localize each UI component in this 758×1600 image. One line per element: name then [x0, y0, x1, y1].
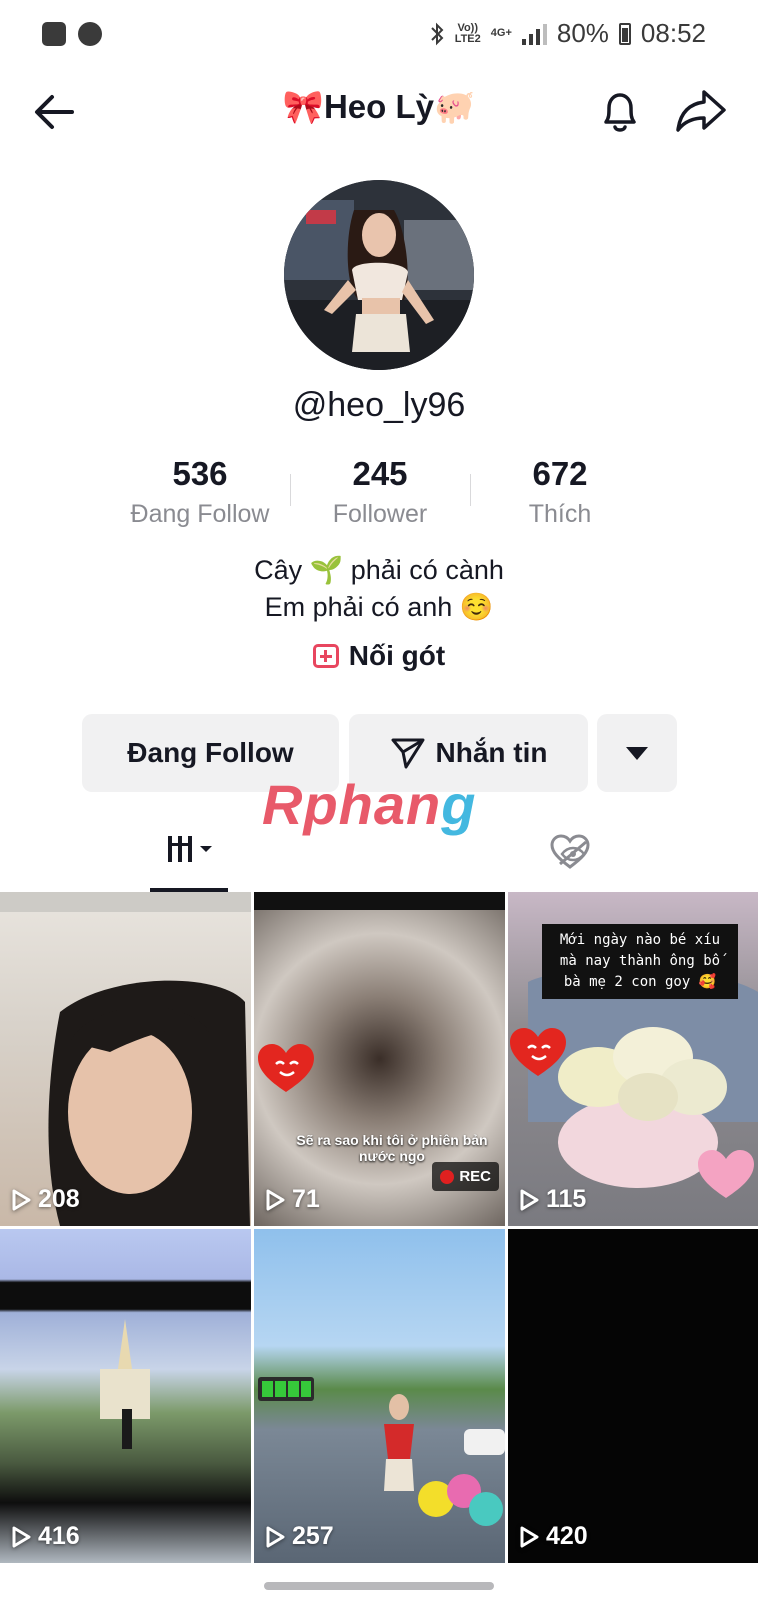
video-thumbnail[interactable]: 416: [0, 1229, 251, 1563]
bio-line-2: Em phải có anh ☺️: [264, 592, 494, 622]
play-icon: [520, 1526, 539, 1547]
profile-stats: 536 Đang Follow 245 Follower 672 Thích: [110, 452, 650, 536]
view-count-value: 420: [546, 1522, 588, 1550]
clock: 08:52: [640, 18, 706, 48]
temple-thumbnail-image: [100, 1319, 150, 1449]
view-count: 416: [10, 1522, 80, 1551]
view-count: 257: [264, 1522, 334, 1551]
following-label: Đang Follow: [130, 500, 270, 528]
video-thumbnail[interactable]: 208: [0, 892, 251, 1226]
video-thumbnail[interactable]: 420: [508, 1229, 758, 1563]
home-gesture-bar[interactable]: [264, 1582, 494, 1590]
rec-badge: REC: [432, 1162, 499, 1191]
data-type-label: 4G+: [490, 27, 512, 39]
page-title: 🎀Heo Lỳ🐖: [282, 88, 476, 125]
bell-icon: [604, 93, 636, 132]
bio-line-1: Cây 🌱 phải có cành: [254, 555, 504, 585]
view-count-value: 208: [38, 1185, 80, 1213]
play-icon: [266, 1189, 285, 1210]
messenger-notification-icon: [78, 22, 102, 46]
profile-header: 🎀Heo Lỳ🐖: [0, 80, 758, 144]
following-count: 536: [172, 455, 228, 492]
video-grid-icon: [168, 836, 212, 862]
add-to-profile-icon: [312, 644, 339, 668]
bluetooth-icon: [430, 22, 444, 45]
following-stat[interactable]: 536 Đang Follow: [110, 452, 290, 536]
view-count: 208: [10, 1185, 80, 1214]
play-icon: [12, 1189, 31, 1210]
view-count: 420: [518, 1522, 588, 1551]
caret-down-icon: [626, 746, 648, 760]
avatar[interactable]: [284, 180, 474, 370]
play-icon: [266, 1526, 285, 1547]
send-icon: [391, 738, 424, 769]
video-thumbnail[interactable]: Sẽ ra sao khi tôi ở phiên bản nước ngo R…: [254, 892, 505, 1226]
play-icon: [12, 1526, 31, 1547]
username-handle: @heo_ly96: [292, 386, 466, 424]
video-caption-overlay: Mới ngày nào bé xíu mà nay thành ông bố …: [542, 924, 738, 999]
view-count: 71: [264, 1185, 320, 1214]
volte-indicator: Vo)) LTE2: [454, 21, 481, 45]
status-bar: Vo)) LTE2 4G+ 80% 08:52: [0, 0, 758, 70]
volte-bottom-label: LTE2: [454, 32, 481, 45]
notification-icons: [42, 22, 102, 46]
suggested-accounts-button[interactable]: [597, 714, 677, 792]
profile-link-label: Nối gót: [348, 640, 446, 671]
notification-bell-button[interactable]: [596, 86, 644, 136]
signal-icon: [521, 23, 547, 45]
view-count-value: 71: [292, 1185, 320, 1213]
video-thumbnail[interactable]: Mới ngày nào bé xíu mà nay thành ông bố …: [508, 892, 758, 1226]
share-button[interactable]: [674, 86, 728, 136]
likes-stat[interactable]: 672 Thích: [470, 452, 650, 536]
tab-videos[interactable]: [150, 820, 228, 892]
selfie-thumbnail-image: [0, 892, 251, 1226]
followers-label: Follower: [332, 500, 428, 528]
likes-label: Thích: [528, 500, 592, 528]
followers-count: 245: [352, 455, 408, 492]
video-thumbnail[interactable]: 257: [254, 1229, 505, 1563]
volte-top-label: Vo)): [457, 21, 479, 34]
video-caption-overlay: Sẽ ra sao khi tôi ở phiên bản nước ngo: [296, 1132, 488, 1164]
hidden-heart-icon: [550, 834, 590, 869]
likes-count: 672: [532, 455, 588, 492]
play-icon: [520, 1189, 539, 1210]
battery-icon: [618, 22, 631, 45]
followers-stat[interactable]: 245 Follower: [290, 452, 470, 536]
avatar-image: [284, 180, 474, 370]
view-count-value: 257: [292, 1522, 334, 1550]
profile-tabs: [0, 820, 758, 892]
gallery-notification-icon: [42, 22, 66, 46]
share-arrow-icon: [676, 90, 726, 132]
message-button-label: Nhắn tin: [435, 737, 548, 768]
heart-sticker-icon: [258, 1044, 314, 1092]
battery-percent: 80%: [556, 18, 609, 48]
view-count: 115: [518, 1185, 586, 1214]
following-button-label: Đang Follow: [127, 737, 294, 768]
heart-sticker-icon: [510, 1028, 566, 1076]
beach-thumbnail-image: [258, 1377, 505, 1526]
pink-heart-sticker-icon: [698, 1150, 754, 1198]
view-count-value: 416: [38, 1522, 80, 1550]
profile-bio: Cây 🌱 phải có cành Em phải có anh ☺️: [0, 552, 758, 626]
profile-link[interactable]: Nối gót: [0, 640, 758, 672]
video-grid: 208 Sẽ ra sao khi tôi ở phiên bản nước n…: [0, 892, 758, 1563]
view-count-value: 115: [546, 1185, 587, 1213]
tab-liked-videos[interactable]: [548, 832, 592, 872]
